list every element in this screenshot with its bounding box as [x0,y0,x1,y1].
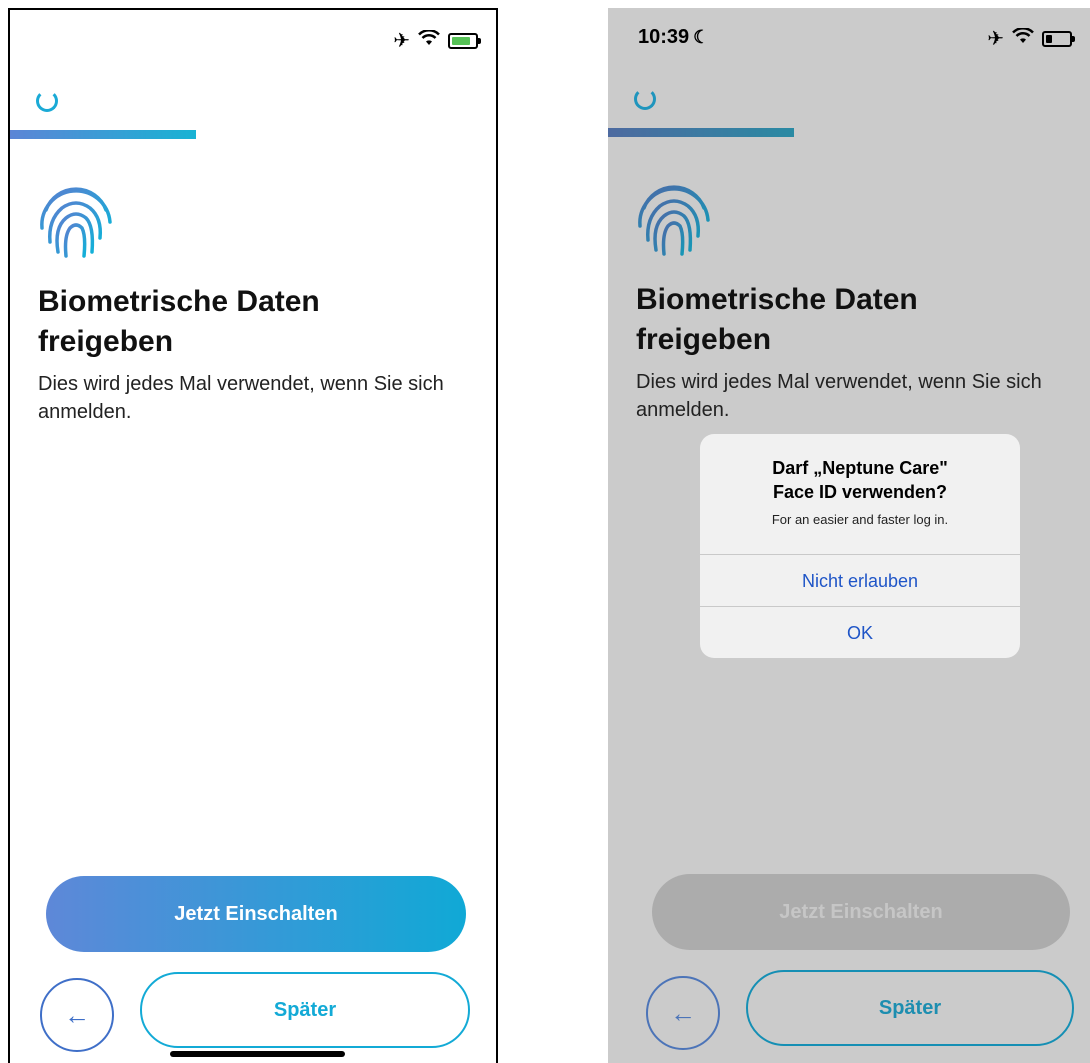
battery-charging-icon [448,32,481,49]
status-icons: ✈ [393,28,481,53]
back-arrow-icon: ← [670,997,696,1028]
status-icons: ✈ [987,26,1075,51]
dialog-title-line-1: Darf „Neptune Care" [772,458,948,478]
dialog-title: Darf „Neptune Care" Face ID verwenden? [700,456,1020,504]
airplane-icon: ✈ [393,30,410,52]
status-bar: 10:39 ☾ ✈ [608,8,1090,68]
fingerprint-icon [638,185,710,258]
wifi-icon [418,29,440,52]
status-time: 10:39 ☾ [638,26,709,49]
fingerprint-icon [40,187,112,260]
left-screen: ✈ Biometrische Daten freigeben Dies wird… [8,8,498,1063]
airplane-icon: ✈ [987,28,1004,50]
home-indicator[interactable] [170,1051,345,1057]
moon-icon: ☾ [693,27,710,47]
loading-spinner-icon [36,90,58,112]
page-title: Biometrische Daten freigeben [38,282,478,362]
dont-allow-button[interactable]: Nicht erlauben [700,555,1020,607]
back-button: ← [646,976,720,1050]
later-button: Später [746,970,1074,1046]
dialog-message: For an easier and faster log in. [771,512,949,527]
battery-icon [1042,30,1075,47]
loading-spinner-icon [634,88,656,110]
title-line-1: Biometrische Daten [38,285,320,318]
page-title: Biometrische Daten freigeben [636,280,1076,360]
back-arrow-icon: ← [64,999,90,1030]
description-text: Dies wird jedes Mal verwendet, wenn Sie … [38,373,444,423]
title-line-2: freigeben [38,325,174,358]
title-line-2: freigeben [636,323,772,356]
time-text: 10:39 [638,26,690,48]
description-text: Dies wird jedes Mal verwendet, wenn Sie … [636,371,1042,421]
ok-button[interactable]: OK [700,607,1020,658]
back-button[interactable]: ← [40,978,114,1052]
enable-now-button[interactable]: Jetzt Einschalten [46,876,466,952]
progress-bar [608,128,794,137]
title-line-1: Biometrische Daten [636,283,918,316]
later-button[interactable]: Später [140,972,470,1048]
face-id-permission-dialog: Darf „Neptune Care" Face ID verwenden? F… [700,434,1020,658]
dialog-title-line-2: Face ID verwenden? [772,482,948,502]
progress-bar [10,130,196,139]
enable-now-button: Jetzt Einschalten [652,874,1070,950]
status-bar: ✈ [10,10,496,70]
wifi-icon [1012,27,1034,50]
right-screen: 10:39 ☾ ✈ Biometrische Daten freigeben Di… [608,8,1090,1063]
